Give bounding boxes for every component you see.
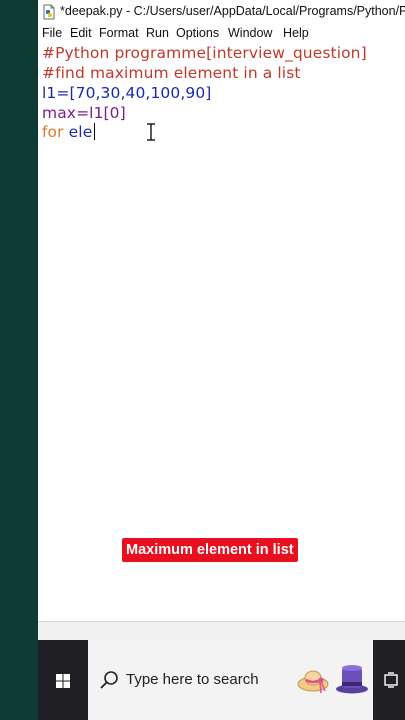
menu-format[interactable]: Format xyxy=(99,26,139,40)
code-line-1: #Python programme[interview_question] xyxy=(42,44,367,62)
code-line-5: for ele xyxy=(42,123,96,141)
menu-bar: File Edit Format Run Options Window Help xyxy=(38,24,405,43)
python-file-icon xyxy=(43,4,55,20)
status-bar xyxy=(38,621,405,640)
menu-file[interactable]: File xyxy=(42,26,62,40)
taskbar: Type here to search xyxy=(38,640,405,720)
code-line-4: max=l1[0] xyxy=(42,104,126,122)
loop-variable: ele xyxy=(63,123,93,141)
video-caption: Maximum element in list xyxy=(122,538,298,562)
window-title: *deepak.py - C:/Users/user/AppData/Local… xyxy=(60,4,405,18)
ibeam-cursor-icon xyxy=(147,123,155,141)
taskbar-search-box[interactable]: Type here to search xyxy=(88,640,373,720)
idle-editor-window[interactable]: *deepak.py - C:/Users/user/AppData/Local… xyxy=(38,0,405,640)
menu-window[interactable]: Window xyxy=(228,26,272,40)
magnifier-icon xyxy=(100,671,118,689)
task-view-icon[interactable] xyxy=(384,672,398,688)
for-keyword: for xyxy=(42,123,64,141)
desktop-left-strip xyxy=(0,0,38,720)
title-bar[interactable]: *deepak.py - C:/Users/user/AppData/Local… xyxy=(38,0,405,24)
code-line-2: #find maximum element in a list xyxy=(42,64,301,82)
code-editor[interactable]: #Python programme[interview_question] #f… xyxy=(38,43,405,621)
menu-options[interactable]: Options xyxy=(176,26,219,40)
menu-run[interactable]: Run xyxy=(146,26,169,40)
code-line-3: l1=[70,30,40,100,90] xyxy=(42,84,212,102)
windows-start-icon[interactable] xyxy=(46,666,80,696)
search-placeholder: Type here to search xyxy=(126,671,259,688)
menu-edit[interactable]: Edit xyxy=(70,26,92,40)
sun-hat-icon[interactable] xyxy=(296,662,332,698)
top-hat-icon[interactable] xyxy=(333,660,371,698)
text-caret xyxy=(94,123,96,140)
menu-help[interactable]: Help xyxy=(283,26,309,40)
